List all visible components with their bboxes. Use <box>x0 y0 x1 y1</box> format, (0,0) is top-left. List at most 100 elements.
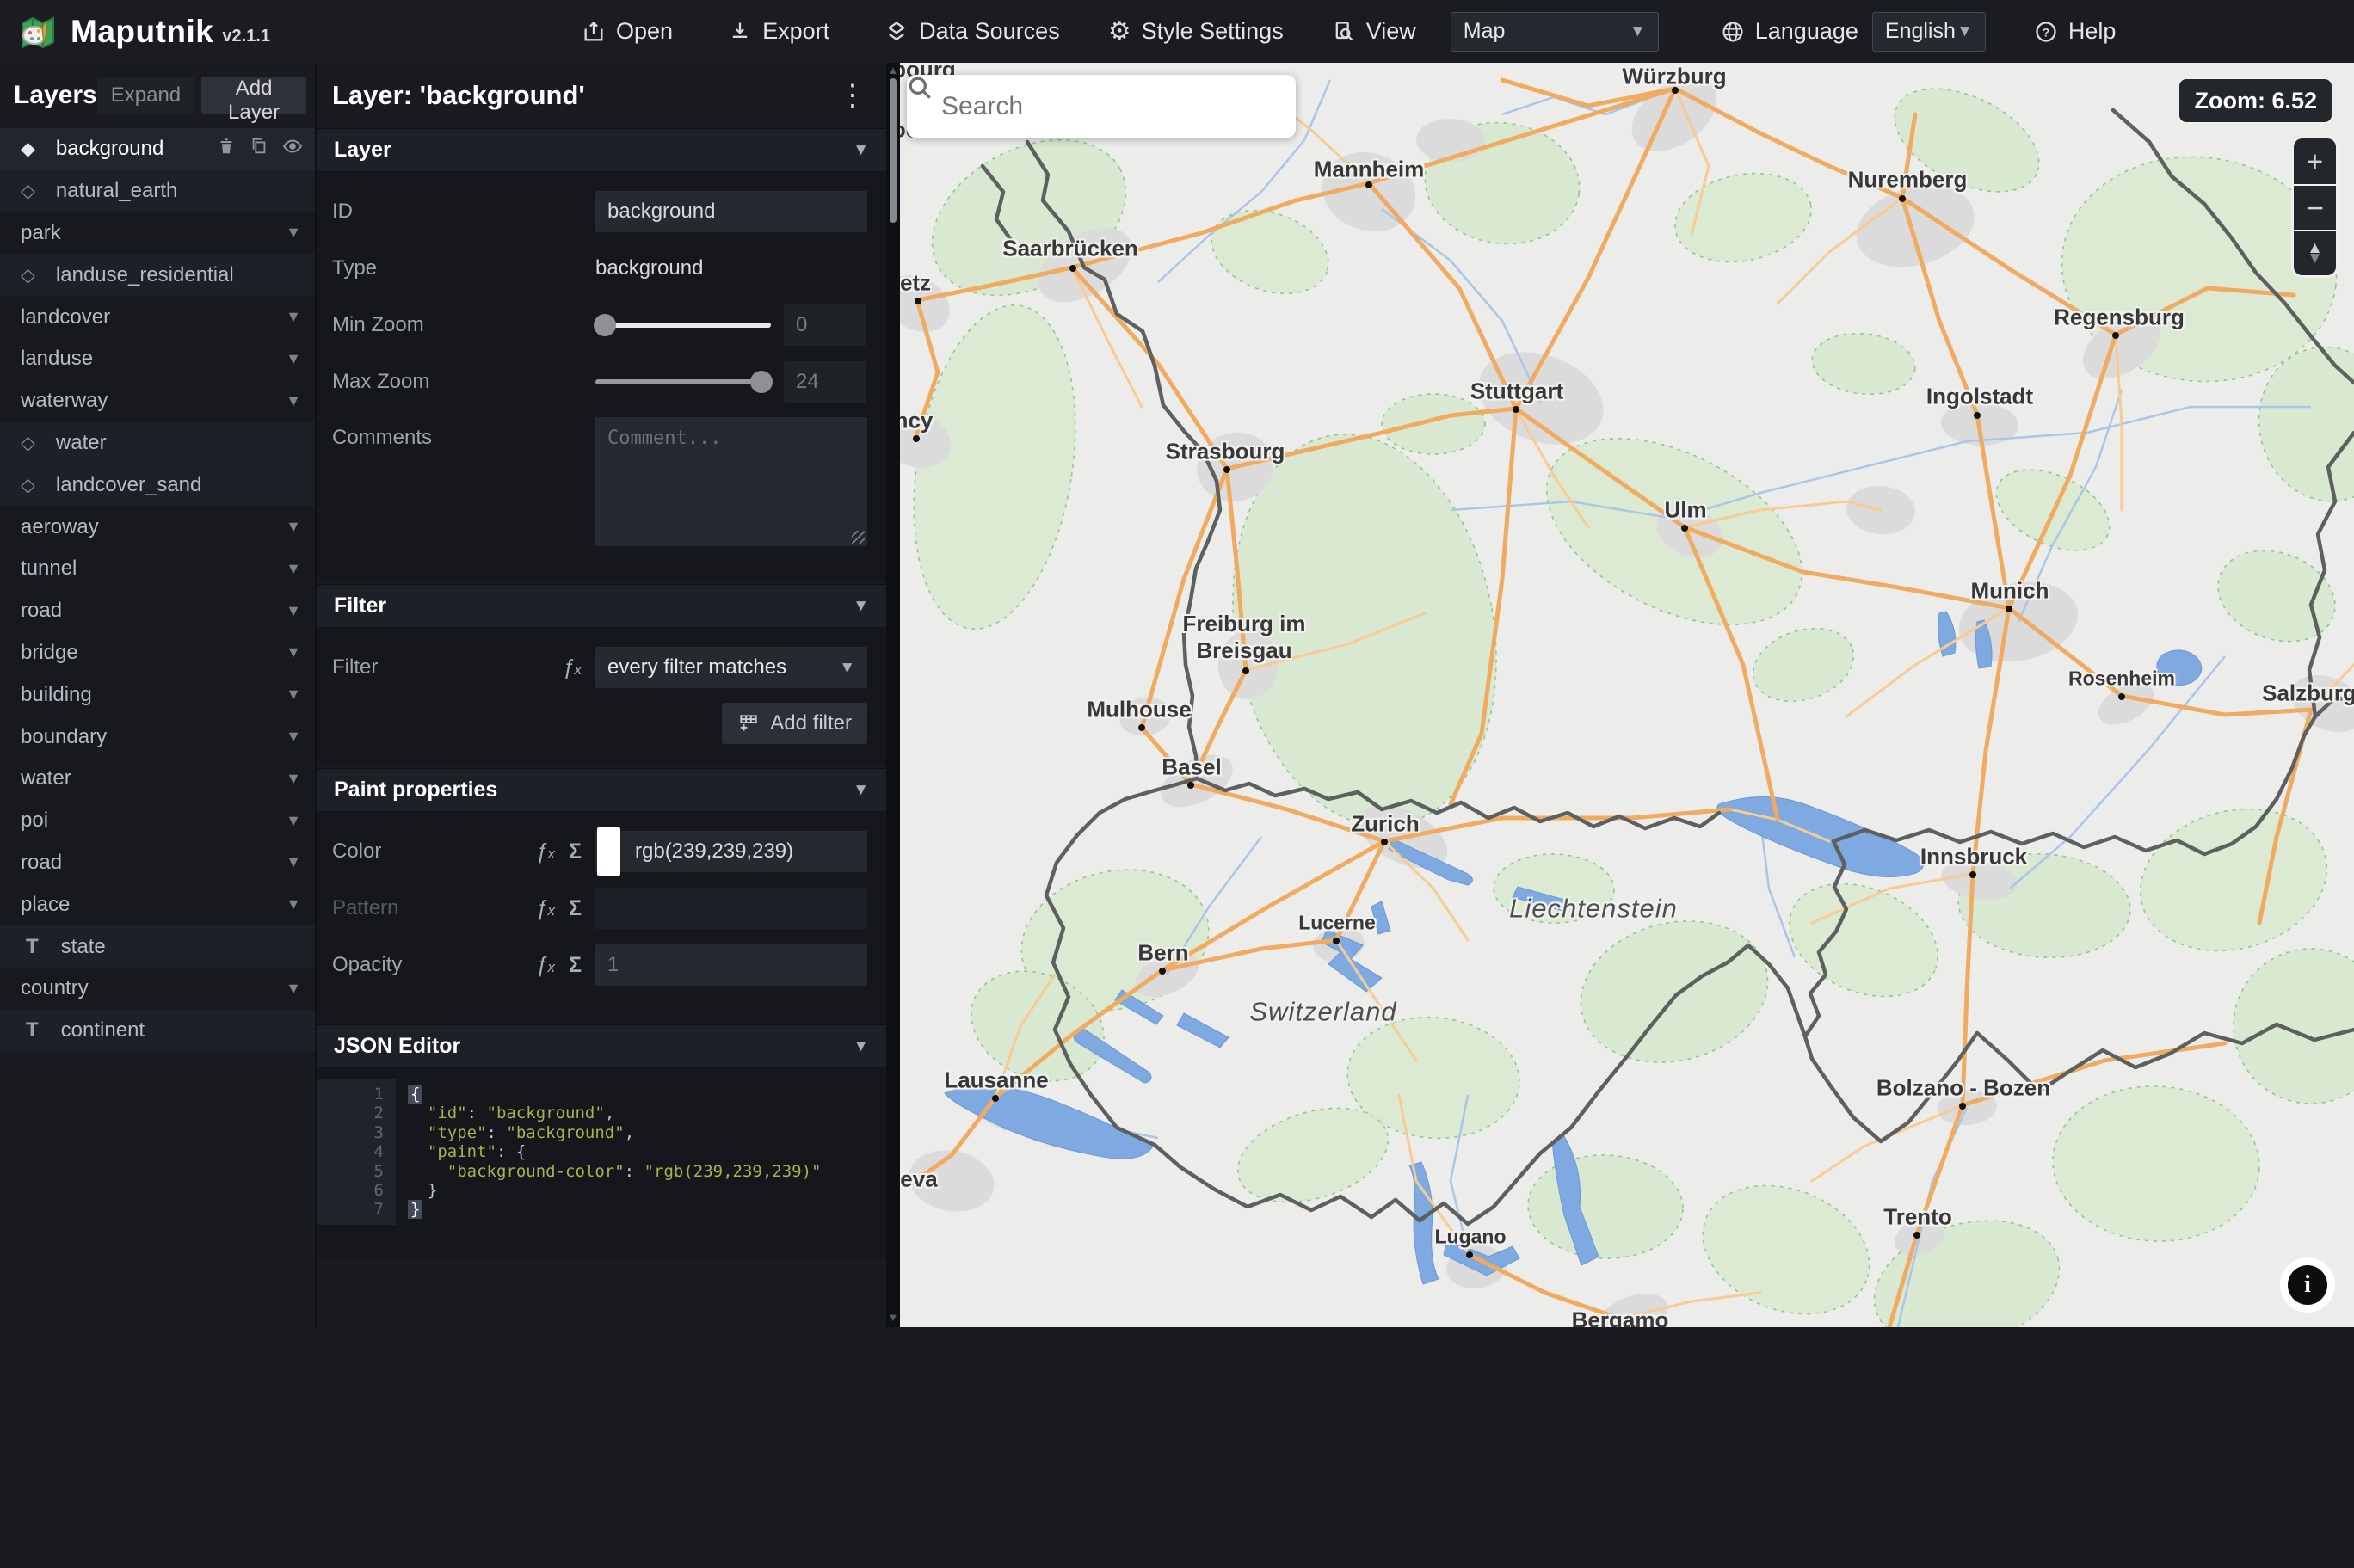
json-code[interactable]: { "id": "background", "type": "backgroun… <box>396 1079 886 1225</box>
map-search[interactable] <box>907 75 1296 138</box>
chevron-down-icon[interactable]: ▼ <box>286 770 301 788</box>
layer-row-building[interactable]: building ▼ <box>0 673 315 716</box>
city-label: Bergamo <box>1571 1307 1669 1328</box>
zoom-out-button[interactable]: − <box>2294 184 2336 230</box>
layer-row-background[interactable]: ◆ background <box>0 128 315 170</box>
view-button[interactable]: View <box>1332 18 1416 45</box>
function-icon[interactable]: ƒx <box>536 839 555 864</box>
color-field[interactable] <box>595 831 867 872</box>
add-filter-button[interactable]: Add filter <box>722 703 867 744</box>
slider-knob[interactable] <box>750 371 773 393</box>
json-line-numbers: 1234567 <box>317 1079 396 1225</box>
layer-row-water[interactable]: water ▼ <box>0 757 315 800</box>
layer-row-aeroway[interactable]: aeroway ▼ <box>0 506 315 548</box>
function-icon[interactable]: ƒx <box>563 655 582 680</box>
export-button[interactable]: Export <box>728 18 829 45</box>
layer-row-road[interactable]: road ▼ <box>0 589 315 632</box>
layer-row-place[interactable]: place ▼ <box>0 883 315 926</box>
view-mode-select[interactable]: Map ▼ <box>1450 11 1659 52</box>
chevron-down-icon[interactable]: ▼ <box>286 643 301 661</box>
color-swatch[interactable] <box>597 827 620 876</box>
delete-layer-icon[interactable] <box>217 137 236 162</box>
section-header-filter[interactable]: Filter ▼ <box>317 584 886 627</box>
data-sources-button[interactable]: Data Sources <box>884 18 1060 45</box>
chevron-down-icon: ▼ <box>853 781 869 799</box>
min-zoom-slider[interactable] <box>594 314 771 336</box>
scroll-down-icon[interactable]: ▼ <box>886 1311 900 1324</box>
id-field[interactable] <box>595 191 867 232</box>
section-header-paint[interactable]: Paint properties ▼ <box>317 768 886 811</box>
zoom-function-icon[interactable]: Σ <box>569 839 582 864</box>
language-button[interactable]: Language <box>1721 18 1858 45</box>
language-select[interactable]: English ▼ <box>1871 11 1986 52</box>
kebab-menu-icon[interactable]: ⋮ <box>838 81 867 110</box>
chevron-down-icon[interactable]: ▼ <box>286 853 301 871</box>
layers-icon <box>887 21 906 40</box>
chevron-down-icon[interactable]: ▼ <box>286 728 301 746</box>
chevron-down-icon[interactable]: ▼ <box>286 602 301 620</box>
chevron-down-icon[interactable]: ▼ <box>286 392 301 410</box>
layer-row-poi[interactable]: poi ▼ <box>0 799 315 842</box>
chevron-down-icon[interactable]: ▼ <box>286 686 301 704</box>
chevron-down-icon[interactable]: ▼ <box>286 895 301 913</box>
layer-row-waterway[interactable]: waterway ▼ <box>0 379 315 422</box>
max-zoom-field[interactable] <box>784 361 866 403</box>
min-zoom-field[interactable] <box>784 304 866 346</box>
layer-row-continent[interactable]: Tcontinent <box>0 1009 315 1052</box>
globe-icon <box>1722 21 1743 42</box>
scroll-up-icon[interactable]: ▲ <box>886 64 900 77</box>
tilt-button[interactable]: ▲ ▼ <box>2294 230 2336 275</box>
toggle-visibility-icon[interactable] <box>282 136 303 163</box>
layer-label: place <box>21 892 71 916</box>
layer-row-landcover_sand[interactable]: ◇ landcover_sand <box>0 464 315 507</box>
max-zoom-slider[interactable] <box>595 371 773 393</box>
chevron-down-icon[interactable]: ▼ <box>286 812 301 830</box>
chevron-down-icon[interactable]: ▼ <box>286 560 301 578</box>
duplicate-layer-icon[interactable] <box>250 137 268 162</box>
attribution-info-button[interactable]: i <box>2280 1257 2335 1313</box>
style-settings-button[interactable]: ⚙ Style Settings <box>1108 18 1284 45</box>
layer-row-bridge[interactable]: bridge ▼ <box>0 631 315 674</box>
city-label: Trento <box>1883 1203 1952 1230</box>
layer-row-tunnel[interactable]: tunnel ▼ <box>0 547 315 590</box>
chevron-down-icon[interactable]: ▼ <box>286 308 301 326</box>
json-editor[interactable]: 1234567 { "id": "background", "type": "b… <box>317 1067 886 1259</box>
editor-scrollbar[interactable]: ▲ ▼ <box>886 63 900 1327</box>
zoom-in-button[interactable]: + <box>2294 138 2336 184</box>
layer-row-landuse[interactable]: landuse ▼ <box>0 337 315 380</box>
chevron-down-icon[interactable]: ▼ <box>286 350 301 368</box>
city-dot <box>1069 265 1076 272</box>
city-dot <box>1381 839 1388 845</box>
layer-row-park[interactable]: park ▼ <box>0 212 315 255</box>
slider-knob[interactable] <box>594 314 616 336</box>
zoom-function-icon[interactable]: Σ <box>569 953 582 978</box>
layer-row-country[interactable]: country ▼ <box>0 967 315 1010</box>
search-input[interactable] <box>940 90 1279 122</box>
help-button[interactable]: ? Help <box>2034 18 2116 45</box>
layer-row-boundary[interactable]: boundary ▼ <box>0 716 315 758</box>
layer-row-state[interactable]: Tstate <box>0 925 315 968</box>
layer-row-natural_earth[interactable]: ◇ natural_earth <box>0 169 315 212</box>
layer-row-road[interactable]: road ▼ <box>0 841 315 884</box>
city-label: Würzburg <box>1622 63 1727 89</box>
map-canvas[interactable]: Würzburg Mannheim Nuremberg Saarbrücken Rege… <box>900 63 2354 1327</box>
chevron-down-icon[interactable]: ▼ <box>286 224 301 242</box>
opacity-field[interactable] <box>595 944 867 986</box>
layer-row-landuse_residential[interactable]: ◇ landuse_residential <box>0 254 315 297</box>
pattern-field[interactable] <box>595 888 867 929</box>
add-layer-button[interactable]: Add Layer <box>201 77 306 124</box>
section-header-json[interactable]: JSON Editor ▼ <box>317 1024 886 1067</box>
scrollbar-thumb[interactable] <box>890 78 897 223</box>
chevron-down-icon[interactable]: ▼ <box>286 980 301 998</box>
city-dot <box>915 298 921 304</box>
comments-field[interactable] <box>595 417 867 546</box>
filter-combinator-select[interactable]: every filter matches ▼ <box>595 647 867 688</box>
function-icon[interactable]: ƒx <box>536 953 555 978</box>
section-header-layer[interactable]: Layer ▼ <box>317 128 886 171</box>
city-dot <box>1138 724 1145 731</box>
chevron-down-icon[interactable]: ▼ <box>286 518 301 536</box>
open-button[interactable]: Open <box>582 18 673 45</box>
layer-row-landcover[interactable]: landcover ▼ <box>0 296 315 338</box>
layer-row-water[interactable]: ◇ water <box>0 421 315 464</box>
expand-button[interactable]: Expand <box>96 77 195 114</box>
